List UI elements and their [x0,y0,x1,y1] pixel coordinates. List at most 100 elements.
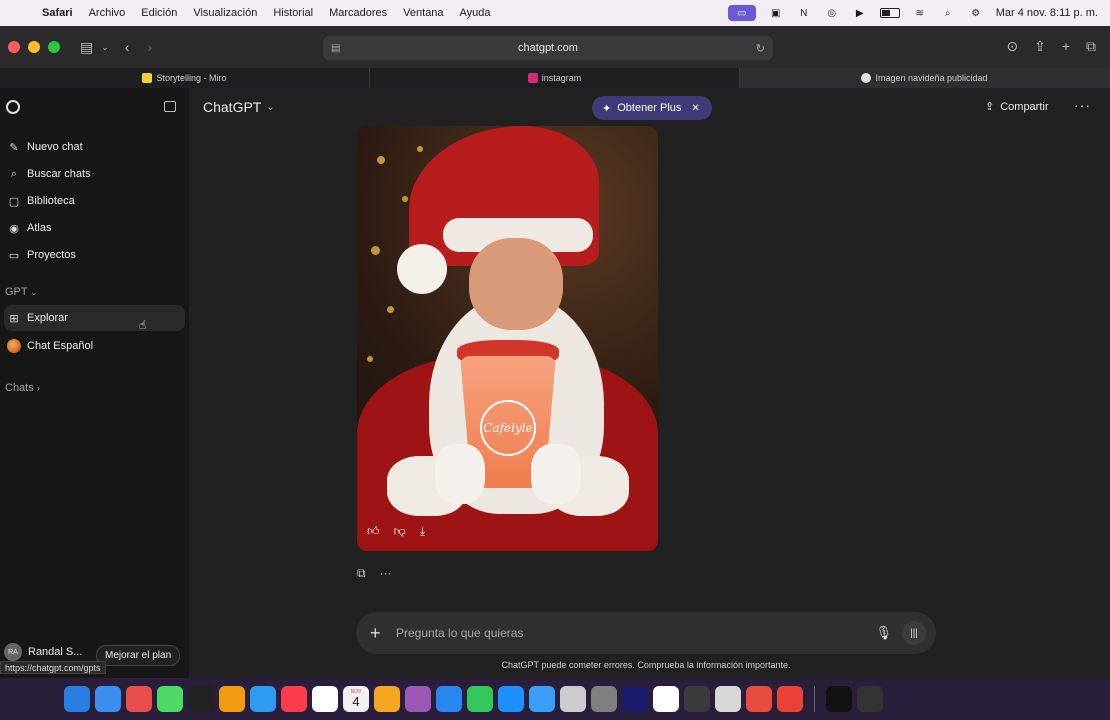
dock-app-icon[interactable] [219,686,245,712]
sidebar-item-projects[interactable]: ▭ Proyectos [4,242,185,268]
chevron-down-icon: ⌄ [266,101,275,113]
spotlight-search-icon[interactable]: ⌕ [940,7,956,19]
add-attachment-icon[interactable]: + [370,623,384,644]
forward-icon[interactable]: › [147,39,152,55]
menu-historial[interactable]: Historial [273,7,313,19]
dock-app-icon[interactable] [64,686,90,712]
dock-app-icon[interactable] [560,686,586,712]
chats-section-header[interactable]: Chats › [5,382,40,394]
new-tab-icon[interactable]: + [1062,38,1070,55]
menu-app-name[interactable]: Safari [42,7,73,19]
dock-app-icon[interactable] [281,686,307,712]
menu-ayuda[interactable]: Ayuda [460,7,491,19]
get-plus-button[interactable]: ✦ Obtener Plus ✕ [592,96,712,120]
dock-app-icon[interactable] [715,686,741,712]
copy-icon[interactable]: ⧉ [357,566,366,581]
dock-app-icon[interactable] [188,686,214,712]
sidebar-item-chat-espanol[interactable]: Chat Español [4,333,185,359]
dock-app-icon[interactable] [436,686,462,712]
macos-dock: NOV 4 [0,678,1110,720]
address-bar[interactable]: ▤ chatgpt.com ↻ [323,36,773,60]
share-icon[interactable]: ⇪ [1034,38,1046,55]
chevron-down-icon[interactable]: ⌄ [101,42,109,53]
thumbs-up-icon[interactable]: 👍︎ [367,524,380,539]
dock-app-icon[interactable] [857,686,883,712]
menu-marcadores[interactable]: Marcadores [329,7,387,19]
menubar-clock[interactable]: Mar 4 nov. 8:11 p. m. [996,7,1098,19]
play-icon[interactable]: ▶ [852,7,868,19]
voice-mode-button[interactable]: ||| [902,621,926,645]
wifi-icon[interactable]: ≋ [912,7,928,19]
sidebar-item-label: Explorar [27,312,68,324]
dock-app-icon[interactable] [312,686,338,712]
battery-icon[interactable] [879,8,900,18]
sidebar-item-explore[interactable]: ⊞ Explorar [4,305,185,331]
dock-app-icon[interactable] [777,686,803,712]
dock-app-icon[interactable] [529,686,555,712]
tab-instagram[interactable]: instagram [370,68,740,88]
reload-icon[interactable]: ↻ [756,42,765,55]
generated-image[interactable]: Cafelyle 👍︎ 👎︎ ⤓ [357,126,658,551]
minimize-window-button[interactable] [28,41,40,53]
fullscreen-window-button[interactable] [48,41,60,53]
sidebar-toggle-icon[interactable]: ▤ [80,39,93,56]
dock-app-icon[interactable] [157,686,183,712]
downloads-icon[interactable]: ⊙ [1006,38,1018,55]
pdf-icon[interactable]: ▣ [768,7,784,19]
image-actions: 👍︎ 👎︎ ⤓ [367,524,425,539]
close-window-button[interactable] [8,41,20,53]
gpt-section-header[interactable]: GPT ⌄ [5,286,37,298]
control-center-icon[interactable]: ⚙ [968,7,984,19]
microphone-icon[interactable]: 🎙︎ [875,625,892,641]
folder-icon: ▭ [8,249,20,262]
page-menu-icon[interactable]: ▤ [331,43,340,54]
dock-app-icon[interactable] [126,686,152,712]
model-selector[interactable]: ChatGPT ⌄ [203,99,275,115]
tab-bar: Storytelling - Miro instagram Imagen nav… [0,68,1110,88]
user-profile[interactable]: RA Randal S... [4,643,82,661]
tab-chatgpt[interactable]: Imagen navideña publicidad [740,68,1110,88]
dock-app-icon[interactable] [250,686,276,712]
calendar-icon[interactable]: NOV 4 [343,686,369,712]
disclaimer-text: ChatGPT puede cometer errores. Comprueba… [501,660,791,670]
toolbar-right-actions: ⊙ ⇪ + ⧉ [1006,38,1096,55]
dock-app-icon[interactable] [374,686,400,712]
airplay-icon[interactable]: ◎ [824,7,840,19]
menu-edicion[interactable]: Edición [141,7,177,19]
collapse-sidebar-icon[interactable] [164,101,176,112]
sidebar-item-new-chat[interactable]: ✎ Nuevo chat [4,134,185,160]
dock-app-icon[interactable] [622,686,648,712]
back-icon[interactable]: ‹ [125,39,130,55]
notion-icon[interactable]: N [796,7,812,19]
dock-app-icon[interactable] [591,686,617,712]
more-options-icon[interactable]: ··· [380,566,392,581]
sidebar-item-library[interactable]: ▢ Biblioteca [4,188,185,214]
dock-app-icon[interactable] [498,686,524,712]
screen-mirror-icon[interactable]: ▭ [727,5,756,21]
upgrade-plan-button[interactable]: Mejorar el plan [96,645,181,666]
share-icon: ⇪ [985,101,995,113]
user-name: Randal S... [28,646,83,658]
dock-app-icon[interactable] [826,686,852,712]
close-icon[interactable]: ✕ [691,103,699,114]
more-options-icon[interactable]: ··· [1074,97,1091,113]
sidebar-item-atlas[interactable]: ◉ Atlas [4,215,185,241]
tab-overview-icon[interactable]: ⧉ [1086,38,1096,55]
tab-miro[interactable]: Storytelling - Miro [0,68,370,88]
thumbs-down-icon[interactable]: 👎︎ [394,524,406,539]
dock-app-icon[interactable] [653,686,679,712]
composer-input[interactable]: Pregunta lo que quieras [396,626,523,640]
menu-ventana[interactable]: Ventana [403,7,443,19]
menu-archivo[interactable]: Archivo [89,7,126,19]
dock-app-icon[interactable] [684,686,710,712]
message-composer[interactable]: + Pregunta lo que quieras 🎙︎ ||| [356,612,936,654]
dock-app-icon[interactable] [467,686,493,712]
share-button[interactable]: ⇪ Compartir [985,100,1049,114]
menu-visualizacion[interactable]: Visualización [193,7,257,19]
dock-app-icon[interactable] [746,686,772,712]
dock-app-icon[interactable] [95,686,121,712]
dock-app-icon[interactable] [405,686,431,712]
openai-logo-icon[interactable] [6,100,20,114]
sidebar-item-search[interactable]: ⌕ Buscar chats [4,161,185,187]
download-icon[interactable]: ⤓ [420,524,425,539]
